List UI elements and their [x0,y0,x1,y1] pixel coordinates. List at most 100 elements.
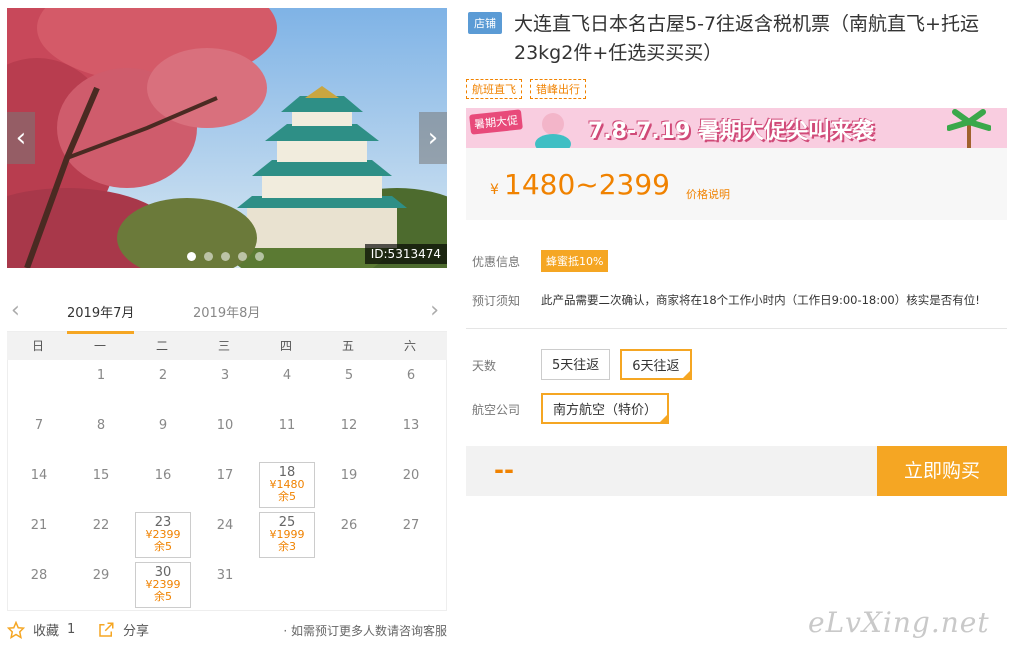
date-cell: 17 [194,460,256,510]
share-button[interactable]: 分享 [97,620,149,639]
tag-off-peak: 错峰出行 [530,79,586,99]
date-number: 10 [216,418,234,433]
carousel-prev-button[interactable]: ‹ [7,112,35,164]
date-number: 20 [402,468,420,483]
airline-label: 航空公司 [472,403,521,417]
date-cell: 27 [380,510,442,560]
month-tab-august[interactable]: 2019年8月 [193,302,260,321]
weekday-row: 日一二三四五六 [7,332,447,360]
date-number: 22 [92,518,110,533]
carousel-dot[interactable] [187,252,196,261]
date-number: 2 [158,368,168,383]
days-label: 天数 [472,359,497,373]
date-cell: 20 [380,460,442,510]
divider [466,328,1007,329]
date-number: 29 [92,568,110,583]
favorite-count: 1 [67,622,76,637]
date-number: 15 [92,468,110,483]
seats-left: 余5 [154,540,172,553]
date-cell: 26 [318,510,380,560]
promo-text: 7.8-7.19 暑期大促尖叫来袭 [588,119,875,144]
available-date-cell[interactable]: 18 ¥1480 余5 [256,460,318,510]
date-price-box[interactable]: 30 ¥2399 余5 [135,562,191,608]
date-cell: 10 [194,410,256,460]
date-cell: 21 [8,510,70,560]
date-cell: 14 [8,460,70,510]
date-number: 11 [278,418,296,433]
palm-tree-icon [947,109,991,148]
weekday-label: 四 [279,339,292,353]
date-number: 14 [30,468,48,483]
nagoya-castle-photo [7,8,447,268]
product-image-carousel[interactable]: ‹ › ID:5313474 [7,8,447,268]
calendar-prev-icon[interactable]: ‹ [11,298,20,323]
date-cell: 11 [256,410,318,460]
promo-figure-icon [535,113,571,148]
date-number: 6 [406,368,416,383]
date-number: 16 [154,468,172,483]
shop-badge: 店铺 [468,12,502,34]
buy-now-button[interactable]: 立即购买 [877,446,1007,496]
date-number: 17 [216,468,234,483]
date-number: 8 [96,418,106,433]
date-cell: 2 [132,360,194,410]
date-price-box[interactable]: 25 ¥1999 余3 [259,512,315,558]
date-number: 12 [340,418,358,433]
date-number: 31 [216,568,234,583]
days-option-5[interactable]: 5天往返 [541,349,611,380]
carousel-dot[interactable] [204,252,213,261]
date-number: 21 [30,518,48,533]
star-icon [7,620,25,639]
departure-calendar: ‹ 2019年7月 2019年8月 › 日一二三四五六 1 2 3 4 5 6 7 8 9 10 1… [7,288,447,611]
date-number: 27 [402,518,420,533]
chevron-right-icon: › [427,123,439,153]
date-number: 26 [340,518,358,533]
discount-label: 优惠信息 [472,255,521,269]
chevron-left-icon: ‹ [15,123,27,153]
booking-notice-text: 此产品需要二次确认，商家将在18个工作小时内（工作日9:00-18:00）核实是… [541,293,980,307]
calendar-header: ‹ 2019年7月 2019年8月 › [7,288,447,334]
date-cell: 9 [132,410,194,460]
booking-notice-label: 预订须知 [472,294,521,308]
airline-option-china-southern[interactable]: 南方航空（特价） [541,393,670,424]
date-number: 13 [402,418,420,433]
discount-badge: 蜂蜜抵10% [541,250,609,272]
carousel-dot[interactable] [255,252,264,261]
date-number: 24 [216,518,234,533]
carousel-dot[interactable] [238,252,247,261]
date-price-box[interactable]: 23 ¥2399 余5 [135,512,191,558]
available-date-cell[interactable]: 30 ¥2399 余5 [132,560,194,610]
date-cell: 22 [70,510,132,560]
days-option-6[interactable]: 6天往返 [620,349,692,380]
empty-cell [8,360,70,410]
date-cell: 12 [318,410,380,460]
date-cell: 19 [318,460,380,510]
weekday-label: 一 [93,339,106,353]
seats-left: 余3 [278,540,296,553]
date-cell: 1 [70,360,132,410]
date-number: 19 [340,468,358,483]
date-number: 7 [34,418,44,433]
image-id-label: ID:5313474 [364,244,447,264]
total-price: -- [494,456,514,484]
share-label: 分享 [123,624,150,639]
carousel-dot[interactable] [221,252,230,261]
weekday-label: 五 [341,339,354,353]
available-date-cell[interactable]: 23 ¥2399 余5 [132,510,194,560]
calendar-next-icon[interactable]: › [430,298,439,323]
date-cell: 13 [380,410,442,460]
carousel-next-button[interactable]: › [419,112,447,164]
summer-promo-banner[interactable]: 暑期大促 7.8-7.19 暑期大促尖叫来袭 [466,108,1007,148]
weekday-label: 日 [31,339,44,353]
calendar-footer: 收藏 1 分享 · 如需预订更多人数请咨询客服 [7,620,447,644]
purchase-bar: -- 立即购买 [466,446,1007,496]
price-note-link[interactable]: 价格说明 [686,186,730,202]
favorite-button[interactable]: 收藏 1 [7,620,75,639]
days-options: 5天往返 6天往返 [541,349,692,380]
date-price-box[interactable]: 18 ¥1480 余5 [259,462,315,508]
date-cell: 24 [194,510,256,560]
available-date-cell[interactable]: 25 ¥1999 余3 [256,510,318,560]
site-watermark: eLvXing.net [808,606,990,639]
date-number: 4 [282,368,292,383]
month-tab-july[interactable]: 2019年7月 [67,302,135,334]
